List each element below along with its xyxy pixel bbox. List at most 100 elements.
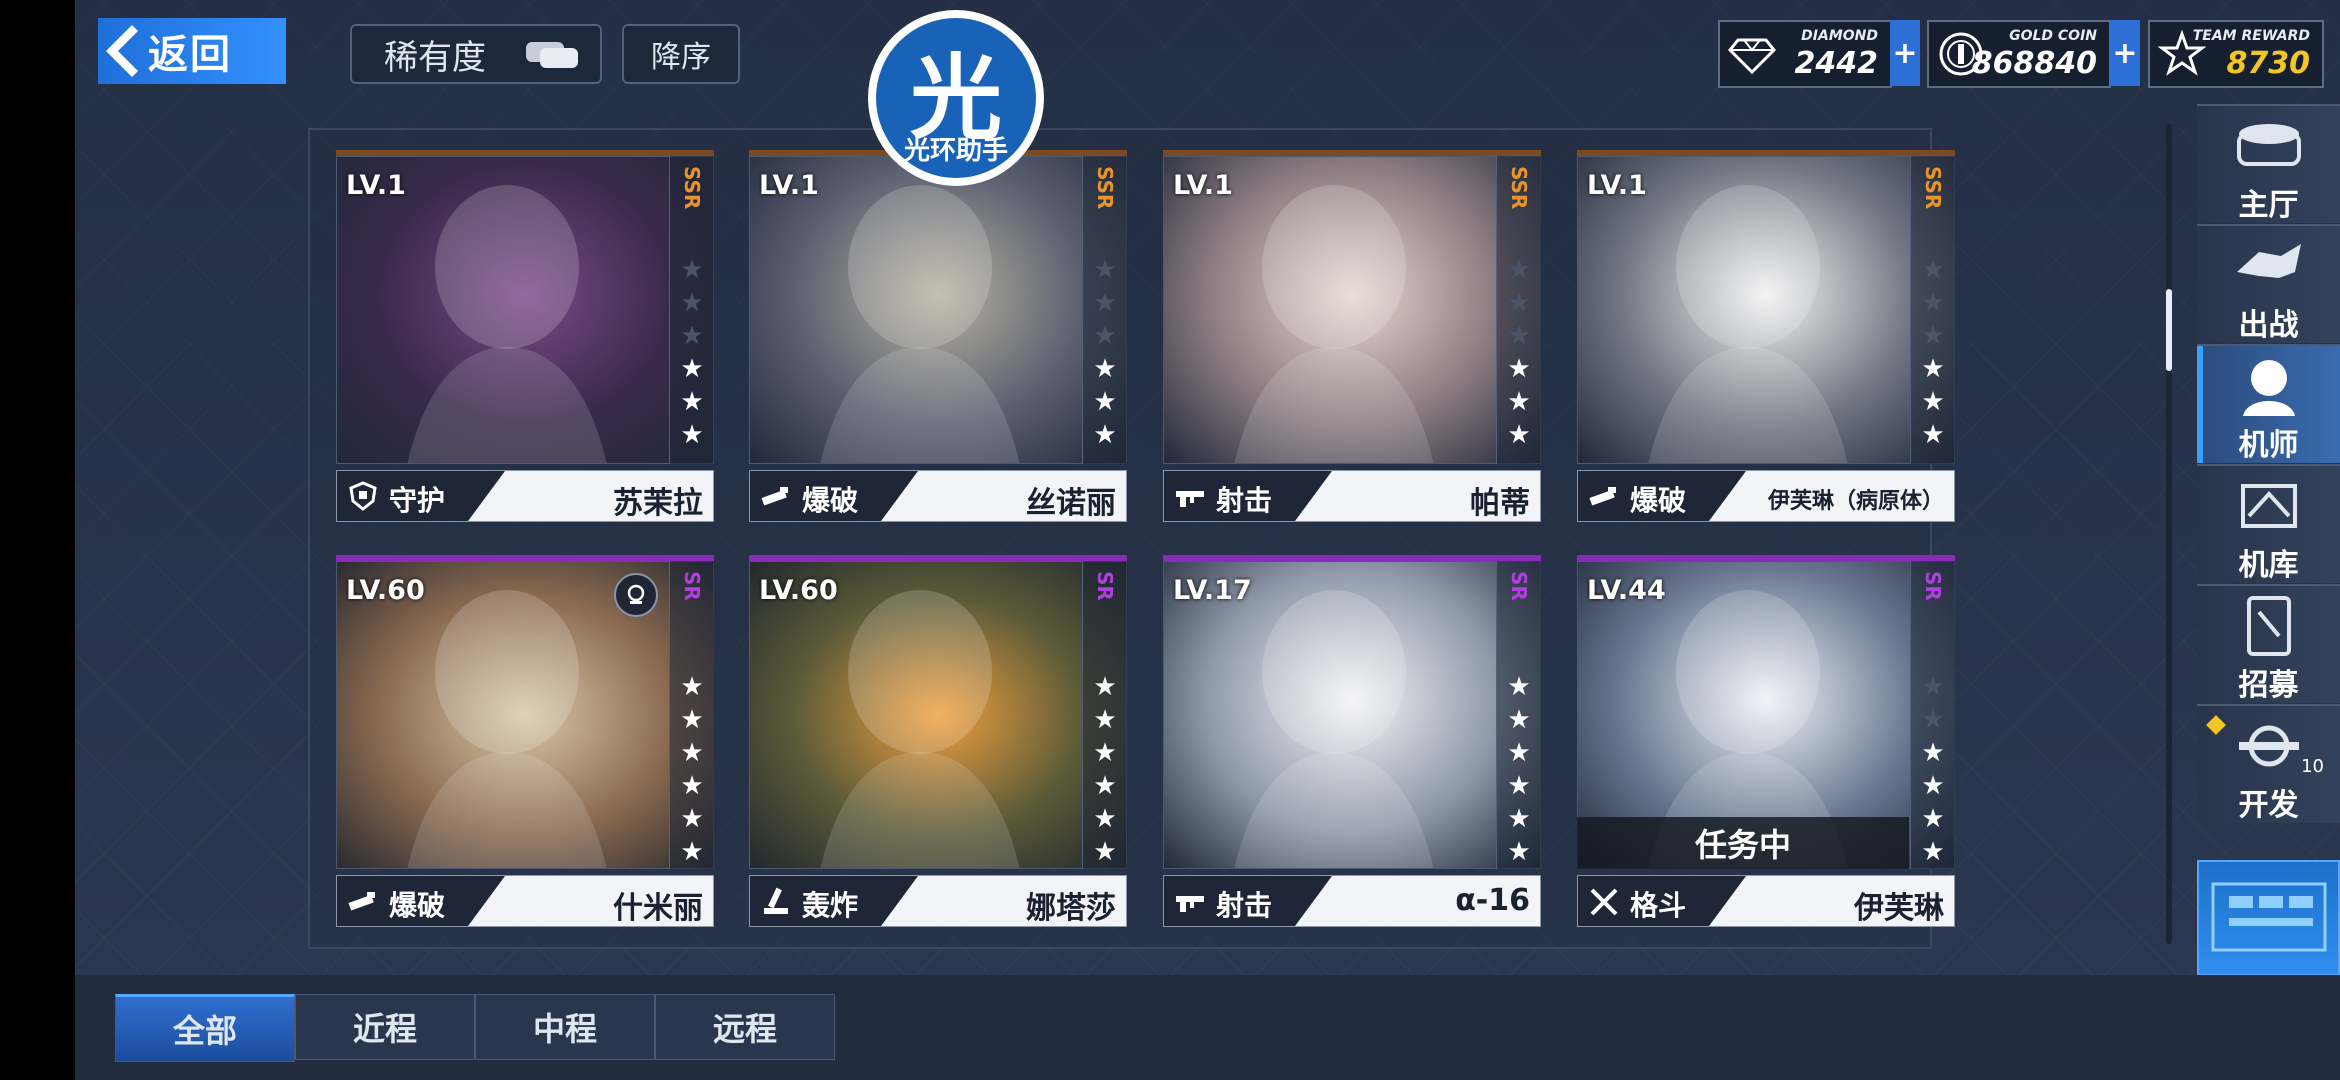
star-icon: ★: [1093, 321, 1117, 351]
star-icon: ★: [1507, 387, 1531, 417]
side-nav-item[interactable]: 机师: [2197, 344, 2340, 463]
back-button[interactable]: 返回: [98, 18, 286, 84]
star-icon: ★: [1921, 255, 1945, 285]
side-nav-item[interactable]: 机库: [2197, 464, 2340, 583]
pilot-portrait: [1163, 561, 1541, 869]
hangar-icon: [2241, 484, 2297, 528]
star-rating: ★ ★ ★ ★ ★ ★: [1497, 671, 1541, 869]
pilot-name: 伊芙琳: [1854, 891, 1944, 926]
rarity-column: SR ★ ★ ★ ★ ★ ★: [1910, 561, 1955, 869]
rifle-icon: [1176, 896, 1204, 912]
side-nav-item[interactable]: 主厅: [2197, 104, 2340, 223]
star-icon: ★: [680, 288, 704, 318]
star-icon: ★: [680, 255, 704, 285]
star-icon: ★: [680, 672, 704, 702]
star-icon: ★: [680, 705, 704, 735]
rarity-tag: SSR: [1507, 166, 1531, 210]
diamond-add-button[interactable]: +: [1890, 20, 1920, 86]
rarity-tag: SSR: [1921, 166, 1945, 210]
pilot-info-bar: 爆破 伊芙琳（病原体）: [1577, 470, 1955, 522]
pilot-portrait: [749, 561, 1127, 869]
develop-badge: 10: [2301, 756, 2324, 777]
star-icon: ★: [1507, 288, 1531, 318]
star-icon: ★: [1093, 387, 1117, 417]
star-icon: ★: [1921, 354, 1945, 384]
pilot-level: LV.1: [759, 170, 819, 201]
range-filter-tabs: 全部 近程 中程 远程: [115, 994, 835, 1062]
toggle-icon: [526, 42, 578, 68]
mortar-icon: [764, 887, 788, 914]
star-icon: ★: [680, 804, 704, 834]
gold-coin-add-button[interactable]: +: [2110, 20, 2140, 86]
rarity-column: SSR ★ ★ ★ ★ ★ ★: [1082, 156, 1127, 464]
pilot-silhouette-icon: [1648, 185, 1848, 463]
tab-long-range-label: 远程: [712, 1010, 777, 1048]
star-rating: ★ ★ ★ ★ ★ ★: [1497, 254, 1541, 452]
star-icon: ★: [1093, 672, 1117, 702]
diamond-counter: DIAMOND 2442: [1718, 20, 1892, 88]
pilot-card[interactable]: LV.1 SSR ★ ★ ★ ★ ★ ★ 射击 帕蒂: [1163, 150, 1541, 524]
diamond-name: DIAMOND: [1801, 28, 1878, 44]
star-icon: ★: [1507, 255, 1531, 285]
tab-mid-range[interactable]: 中程: [475, 994, 655, 1060]
rarity-tag: SR: [1507, 571, 1531, 601]
star-rating: ★ ★ ★ ★ ★ ★: [1911, 254, 1955, 452]
pilot-card[interactable]: LV.1 SSR ★ ★ ★ ★ ★ ★ 爆破 丝诺丽: [749, 150, 1127, 524]
back-chevron-icon: [98, 18, 142, 84]
role-label: 射击: [1216, 484, 1273, 517]
pilot-info-bar: 轰炸 娜塔莎: [749, 875, 1127, 927]
pilot-card[interactable]: LV.60 SR ★ ★ ★ ★ ★ ★ 爆破 什米丽: [336, 555, 714, 929]
scrollbar-thumb[interactable]: [2166, 289, 2172, 371]
star-icon: ★: [1507, 354, 1531, 384]
star-icon: ★: [1093, 837, 1117, 867]
tab-long-range[interactable]: 远程: [655, 994, 835, 1060]
battle-icon: [2237, 244, 2301, 278]
team-reward-counter: TEAM REWARD 8730: [2148, 20, 2324, 88]
star-rating: ★ ★ ★ ★ ★ ★: [1083, 671, 1127, 869]
role-label: 格斗: [1630, 889, 1687, 922]
pilot-card[interactable]: LV.44 SR ★ ★ ★ ★ ★ ★ 格斗 伊芙琳 任务中: [1577, 555, 1955, 929]
pilot-info-bar: 爆破 什米丽: [336, 875, 714, 927]
side-nav-label: 机库: [2238, 548, 2299, 583]
rarity-tag: SSR: [1093, 166, 1117, 210]
rarity-sort-button[interactable]: 稀有度: [350, 24, 602, 84]
pilot-card[interactable]: LV.1 SSR ★ ★ ★ ★ ★ ★ 守护 苏茉拉: [336, 150, 714, 524]
pilot-info-bar: 射击 帕蒂: [1163, 470, 1541, 522]
pilot-silhouette-icon: [407, 590, 607, 868]
rarity-column: SSR ★ ★ ★ ★ ★ ★: [1496, 156, 1541, 464]
side-nav-item[interactable]: 出战: [2197, 224, 2340, 343]
star-rating: ★ ★ ★ ★ ★ ★: [670, 671, 714, 869]
role-box: 射击: [1164, 471, 1332, 521]
recruit-icon: [2247, 596, 2291, 656]
side-nav-item[interactable]: 10 开发: [2197, 704, 2340, 823]
role-label: 守护: [389, 484, 446, 517]
pilot-card[interactable]: LV.17 SR ★ ★ ★ ★ ★ ★ 射击 α-16: [1163, 555, 1541, 929]
grid-scrollbar[interactable]: [2166, 124, 2172, 944]
rarity-column: SR ★ ★ ★ ★ ★ ★: [1496, 561, 1541, 869]
rarity-tag: SR: [1093, 571, 1117, 601]
side-map-panel[interactable]: [2197, 860, 2340, 976]
side-nav-label: 机师: [2238, 428, 2299, 463]
pilot-info-bar: 格斗 伊芙琳: [1577, 875, 1955, 927]
pilot-portrait: [336, 156, 714, 464]
tab-short-range[interactable]: 近程: [295, 994, 475, 1060]
tab-all[interactable]: 全部: [115, 994, 295, 1062]
pilot-portrait: [1163, 156, 1541, 464]
role-label: 爆破: [1630, 484, 1687, 517]
side-nav-item[interactable]: 招募: [2197, 584, 2340, 703]
star-icon: ★: [680, 420, 704, 450]
order-label: 降序: [651, 40, 711, 75]
pilot-card[interactable]: LV.60 SR ★ ★ ★ ★ ★ ★ 轰炸 娜塔莎: [749, 555, 1127, 929]
pilot-name: α-16: [1455, 883, 1530, 918]
role-label: 爆破: [389, 889, 446, 922]
star-icon: ★: [1093, 771, 1117, 801]
diamond-value: 2442: [1794, 46, 1879, 81]
diamond-icon: [1728, 38, 1776, 75]
star-rating: ★ ★ ★ ★ ★ ★: [670, 254, 714, 452]
rarity-tag: SSR: [680, 166, 704, 210]
star-icon: ★: [680, 321, 704, 351]
assist-badge-icon[interactable]: [614, 573, 658, 617]
star-icon: ★: [1921, 804, 1945, 834]
pilot-card[interactable]: LV.1 SSR ★ ★ ★ ★ ★ ★ 爆破 伊芙琳（病原体）: [1577, 150, 1955, 524]
order-toggle-button[interactable]: 降序: [622, 24, 740, 84]
